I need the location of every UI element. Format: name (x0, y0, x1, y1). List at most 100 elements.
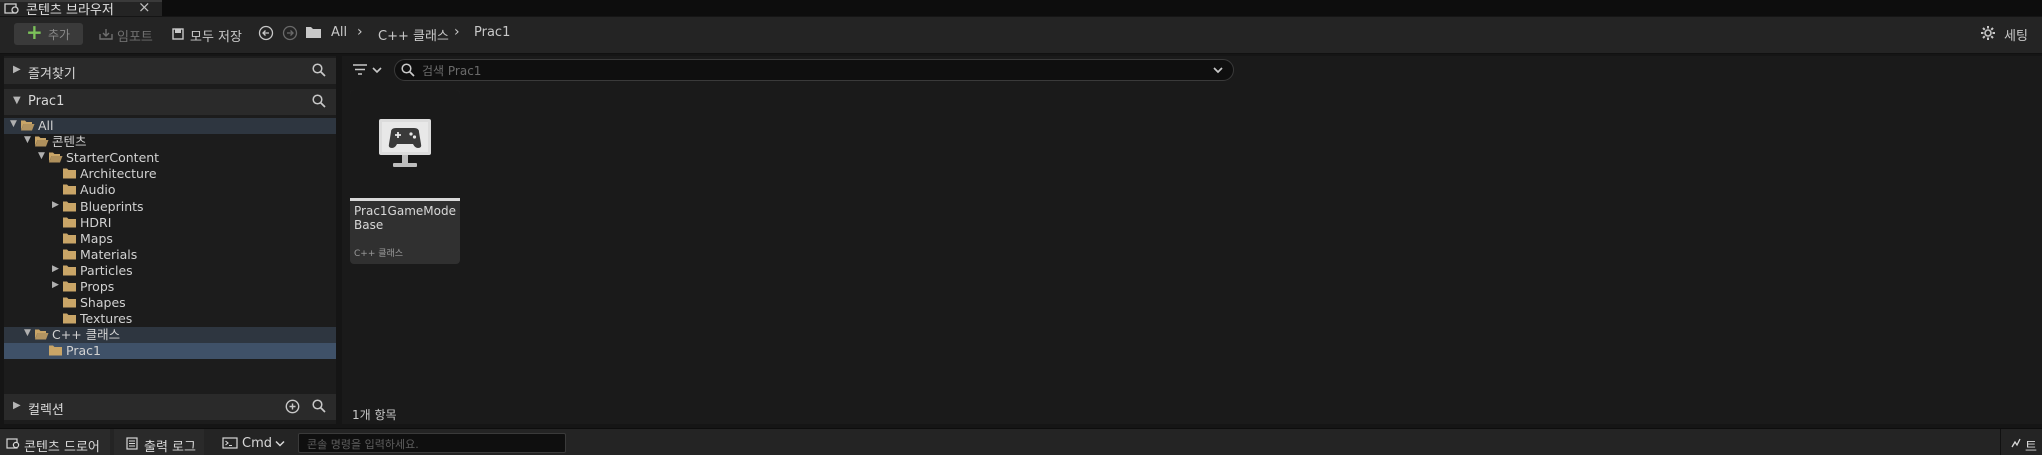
item-count: 1개 항목 (352, 408, 397, 422)
output-log-button[interactable]: 출력 로그 (114, 429, 204, 455)
plus-icon: + (26, 20, 43, 44)
folder-icon (48, 344, 63, 357)
folder-icon (62, 248, 77, 261)
tree-item[interactable]: ▶ Props (4, 279, 336, 295)
tab-content-browser[interactable]: 콘텐츠 브라우저 × (0, 0, 162, 18)
folder-icon (62, 183, 77, 196)
tree-item[interactable]: Textures (4, 311, 336, 327)
trace-button[interactable]: 트 (2000, 429, 2042, 455)
close-icon[interactable]: × (138, 0, 151, 16)
tree-item-label: Shapes (80, 295, 126, 311)
tab-strip (0, 0, 2042, 16)
asset-thumbnail (350, 90, 460, 198)
caret-right-icon[interactable]: ▶ (52, 280, 59, 290)
tree-item[interactable]: Materials (4, 247, 336, 263)
search-icon[interactable] (312, 94, 326, 108)
search-icon (401, 63, 415, 77)
caret-down-icon[interactable]: ▼ (38, 151, 45, 161)
chevron-right-icon[interactable]: › (357, 24, 363, 40)
import-button-label: 임포트 (117, 30, 153, 45)
folder-icon (62, 216, 77, 229)
tree-item-label: Textures (80, 311, 133, 327)
toolbar: + 추가 임포트 모두 저장 All › C++ 클래스 › Prac1 세팅 (0, 17, 2042, 54)
caret-down-icon[interactable]: ▼ (24, 328, 31, 338)
tree-item[interactable]: Audio (4, 182, 336, 198)
gear-icon[interactable] (1980, 25, 1996, 41)
add-circle-icon[interactable] (285, 399, 300, 414)
caret-right-icon[interactable]: ▶ (13, 400, 21, 411)
project-header[interactable]: ▼ Prac1 (4, 89, 336, 115)
tree-item-label: Materials (80, 246, 138, 262)
tree-item-label: C++ 클래스 (52, 327, 121, 343)
tree-item[interactable]: HDRI (4, 215, 336, 231)
folder-icon[interactable] (305, 25, 322, 39)
output-log-label: 출력 로그 (144, 440, 196, 455)
collections-header[interactable]: ▶ 컬렉션 (4, 394, 336, 420)
caret-right-icon[interactable]: ▶ (13, 64, 21, 75)
breadcrumb-all[interactable]: All (331, 25, 347, 40)
chevron-right-icon[interactable]: › (454, 24, 460, 40)
caret-down-icon[interactable]: ▼ (13, 95, 21, 106)
search-input[interactable]: 검색 Prac1 (394, 59, 1234, 81)
breadcrumb-cpp-classes[interactable]: C++ 클래스 (378, 25, 449, 44)
save-icon (172, 28, 184, 40)
content-drawer-button[interactable]: 콘텐츠 드로어 (0, 429, 110, 455)
folder-icon (62, 232, 77, 245)
folder-icon (62, 167, 77, 180)
add-button[interactable]: + 추가 (14, 20, 83, 45)
sources-panel: ▶ 즐겨찾기 ▼ Prac1 ▼ All ▼ 콘텐츠 ▼ StarterContent Ar… (4, 56, 336, 424)
folder-icon (62, 312, 77, 325)
folder-icon (62, 296, 77, 309)
tree-item[interactable]: Architecture (4, 166, 336, 182)
tree-item[interactable]: ▼ StarterContent (4, 150, 336, 166)
cmd-label: Cmd (242, 436, 272, 451)
tree-item-label: Props (80, 279, 115, 294)
back-arrow-icon[interactable] (258, 25, 274, 41)
console-command-input[interactable]: 콘솔 명령을 입력하세요. (298, 433, 566, 453)
settings-button[interactable]: 세팅 (2004, 25, 2028, 44)
project-title: Prac1 (28, 94, 65, 109)
caret-down-icon[interactable]: ▼ (10, 119, 17, 129)
tree-item[interactable]: ▼ All (4, 118, 336, 134)
tree-item-label: Audio (80, 182, 116, 198)
import-icon (99, 29, 113, 40)
folder-icon (62, 280, 77, 293)
tree-item-label: StarterContent (66, 150, 160, 166)
folder-open-icon (34, 328, 49, 341)
search-icon[interactable] (312, 63, 326, 77)
tree-item[interactable]: ▶ Blueprints (4, 199, 336, 215)
tree-item[interactable]: ▶ Particles (4, 263, 336, 279)
filter-icon[interactable] (352, 62, 384, 78)
asset-type-label: C++ 클래스 (354, 249, 404, 259)
tree-item[interactable]: ▼ 콘텐츠 (4, 134, 336, 150)
content-drawer-label: 콘텐츠 드로어 (24, 440, 100, 455)
folder-open-icon (48, 151, 63, 164)
tree-item[interactable]: Maps (4, 231, 336, 247)
breadcrumb-prac1[interactable]: Prac1 (474, 25, 510, 40)
tree-item[interactable]: Prac1 (4, 343, 336, 360)
folder-icon (62, 200, 77, 213)
folder-icon (62, 264, 77, 277)
favorites-header[interactable]: ▶ 즐겨찾기 (4, 58, 336, 84)
add-button-label: 추가 (48, 28, 71, 42)
chevron-down-icon[interactable] (1211, 63, 1225, 77)
tree-item-label: Blueprints (80, 198, 144, 214)
caret-right-icon[interactable]: ▶ (52, 264, 59, 274)
trace-label: 트 (2025, 440, 2037, 455)
caret-right-icon[interactable]: ▶ (52, 200, 59, 210)
tree-item-label: Maps (80, 230, 113, 246)
cmd-dropdown[interactable]: Cmd (216, 429, 292, 455)
asset-tile[interactable]: Prac1GameModeBase C++ 클래스 (350, 90, 460, 264)
forward-arrow-icon[interactable] (282, 25, 298, 41)
folder-open-icon (34, 135, 49, 148)
search-icon[interactable] (312, 399, 326, 413)
tree-item-label: 콘텐츠 (52, 134, 87, 150)
tree-item-label: All (38, 118, 54, 133)
tree-item[interactable]: ▼ C++ 클래스 (4, 327, 336, 344)
folder-open-icon (20, 119, 35, 132)
tree-item-label: Architecture (80, 166, 157, 182)
caret-down-icon[interactable]: ▼ (24, 135, 31, 145)
save-all-button-label: 모두 저장 (190, 30, 242, 45)
trace-icon (2011, 438, 2021, 448)
tree-item[interactable]: Shapes (4, 295, 336, 311)
